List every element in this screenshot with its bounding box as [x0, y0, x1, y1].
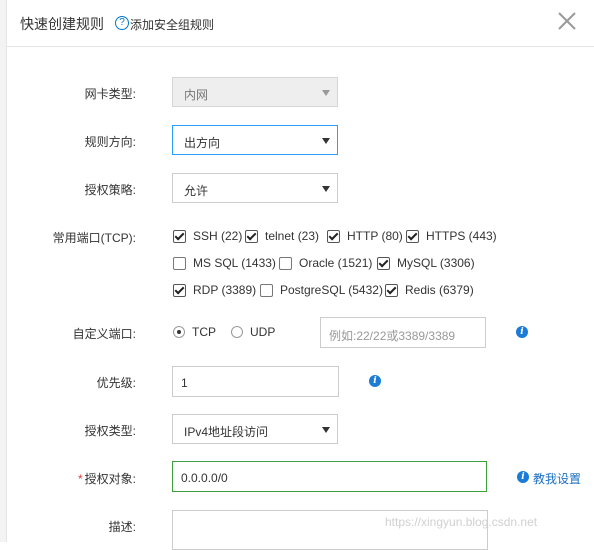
- port-label: telnet (23): [265, 229, 320, 243]
- caret-down-icon: [322, 186, 330, 192]
- port-label: Oracle (1521): [299, 256, 373, 270]
- priority-input[interactable]: 1: [172, 366, 339, 397]
- caret-down-icon: [322, 90, 330, 96]
- dialog-header: 快速创建规则 ? 添加安全组规则: [6, 0, 594, 47]
- checkbox-box[interactable]: [385, 283, 398, 297]
- nic-type-label: 网卡类型:: [84, 87, 136, 101]
- port-checkbox-mssql[interactable]: MS SQL (1433): [173, 256, 276, 270]
- port-checkbox-ssh[interactable]: SSH (22): [173, 229, 242, 243]
- port-label: HTTPS (443): [426, 229, 497, 243]
- nic-type-value: 内网: [184, 88, 209, 102]
- info-icon[interactable]: i: [369, 375, 381, 387]
- port-checkbox-http[interactable]: HTTP (80): [327, 229, 403, 243]
- info-icon: i: [517, 471, 529, 483]
- auth-object-input[interactable]: 0.0.0.0/0: [172, 461, 487, 492]
- radio-dot[interactable]: [231, 326, 243, 338]
- checkbox-box[interactable]: [245, 229, 258, 243]
- radio-dot[interactable]: [173, 326, 185, 338]
- protocol-label: UDP: [250, 325, 276, 339]
- dialog-title: 快速创建规则: [20, 16, 104, 32]
- port-label: MySQL (3306): [397, 256, 475, 270]
- auth-object-label: * 授权对象:: [6, 470, 136, 487]
- checkbox-box[interactable]: [406, 229, 419, 243]
- port-label: RDP (3389): [193, 283, 257, 297]
- watermark: https://xingyun.blog.csdn.net: [385, 515, 538, 529]
- checkbox-box[interactable]: [173, 283, 186, 297]
- port-checkbox-oracle[interactable]: Oracle (1521): [279, 256, 372, 270]
- required-mark: *: [77, 472, 83, 486]
- checkbox-box[interactable]: [260, 283, 273, 297]
- protocol-radio-udp[interactable]: UDP: [231, 325, 275, 339]
- auth-object-value: 0.0.0.0/0: [181, 471, 228, 485]
- protocol-radio-tcp[interactable]: TCP: [173, 325, 216, 339]
- info-icon[interactable]: i: [516, 326, 528, 338]
- custom-port-placeholder: 例如:22/22或3389/3389: [329, 329, 456, 343]
- question-icon[interactable]: ?: [115, 16, 129, 30]
- nic-type-select: 内网: [172, 77, 338, 107]
- port-checkbox-telnet[interactable]: telnet (23): [245, 229, 319, 243]
- port-checkbox-rdp[interactable]: RDP (3389): [173, 283, 256, 297]
- auth-type-label: 授权类型:: [84, 424, 136, 438]
- custom-port-input[interactable]: 例如:22/22或3389/3389: [320, 317, 486, 348]
- port-label: MS SQL (1433): [193, 256, 276, 270]
- direction-label: 规则方向:: [84, 135, 136, 149]
- checkbox-box[interactable]: [173, 256, 186, 270]
- priority-value: 1: [181, 376, 188, 390]
- auth-object-label-text: 授权对象:: [84, 472, 136, 486]
- custom-port-label: 自定义端口:: [72, 327, 136, 341]
- close-icon[interactable]: [556, 10, 578, 32]
- checkbox-box[interactable]: [327, 229, 340, 243]
- port-label: HTTP (80): [347, 229, 403, 243]
- port-checkbox-redis[interactable]: Redis (6379): [385, 283, 474, 297]
- policy-label: 授权策略:: [84, 183, 136, 197]
- port-label: Redis (6379): [405, 283, 474, 297]
- port-label: PostgreSQL (5432): [280, 283, 383, 297]
- auth-type-select[interactable]: IPv4地址段访问: [172, 414, 338, 444]
- port-checkbox-https[interactable]: HTTPS (443): [406, 229, 497, 243]
- direction-select[interactable]: 出方向: [172, 125, 338, 155]
- caret-down-icon: [322, 427, 330, 433]
- protocol-label: TCP: [192, 325, 216, 339]
- description-label: 描述:: [108, 520, 136, 534]
- auth-type-value: IPv4地址段访问: [184, 425, 269, 439]
- port-label: SSH (22): [193, 229, 243, 243]
- caret-down-icon: [322, 138, 330, 144]
- teach-me-setup-link[interactable]: 教我设置: [533, 470, 581, 487]
- checkbox-box[interactable]: [173, 229, 186, 243]
- policy-value: 允许: [184, 184, 209, 198]
- checkbox-box[interactable]: [279, 256, 292, 270]
- checkbox-box[interactable]: [377, 256, 390, 270]
- add-rule-help-link[interactable]: 添加安全组规则: [130, 16, 214, 33]
- background-overlay-strip: [0, 0, 7, 542]
- common-ports-label: 常用端口(TCP):: [52, 231, 136, 245]
- policy-select[interactable]: 允许: [172, 173, 338, 203]
- port-checkbox-mysql[interactable]: MySQL (3306): [377, 256, 475, 270]
- port-checkbox-postgresql[interactable]: PostgreSQL (5432): [260, 283, 383, 297]
- priority-label: 优先级:: [96, 376, 136, 390]
- direction-value: 出方向: [184, 136, 221, 150]
